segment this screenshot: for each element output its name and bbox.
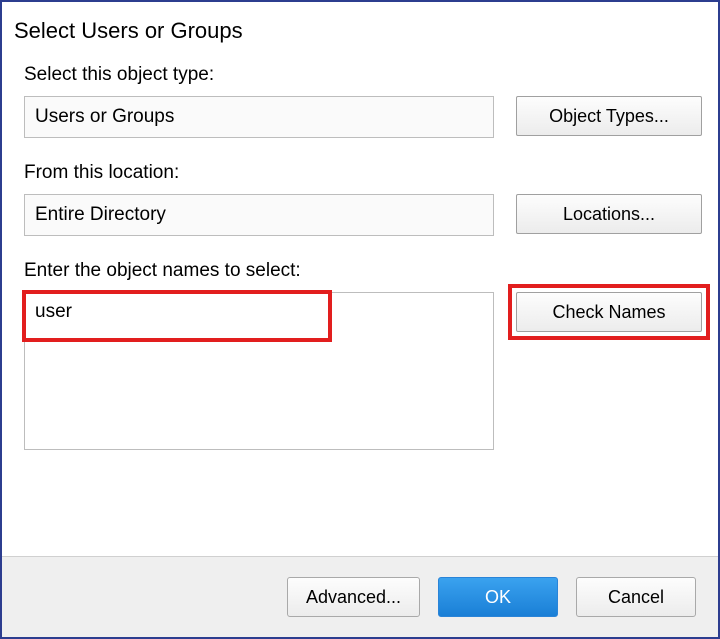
spacer — [2, 455, 718, 556]
dialog-footer: Advanced... OK Cancel — [2, 556, 718, 637]
object-type-label: Select this object type: — [24, 64, 718, 86]
object-names-label: Enter the object names to select: — [24, 260, 718, 282]
location-label: From this location: — [24, 162, 718, 184]
locations-button[interactable]: Locations... — [516, 194, 702, 234]
check-names-button[interactable]: Check Names — [516, 292, 702, 332]
select-users-or-groups-dialog: Select Users or Groups Select this objec… — [0, 0, 720, 639]
object-types-button[interactable]: Object Types... — [516, 96, 702, 136]
object-names-container — [24, 292, 494, 455]
dialog-title: Select Users or Groups — [14, 18, 718, 44]
advanced-button[interactable]: Advanced... — [287, 577, 420, 617]
ok-button[interactable]: OK — [438, 577, 558, 617]
cancel-button[interactable]: Cancel — [576, 577, 696, 617]
object-names-input[interactable] — [24, 292, 494, 450]
check-names-container: Check Names — [516, 292, 702, 332]
location-field: Entire Directory — [24, 194, 494, 236]
dialog-client-area: Select Users or Groups Select this objec… — [2, 2, 718, 556]
object-type-field: Users or Groups — [24, 96, 494, 138]
